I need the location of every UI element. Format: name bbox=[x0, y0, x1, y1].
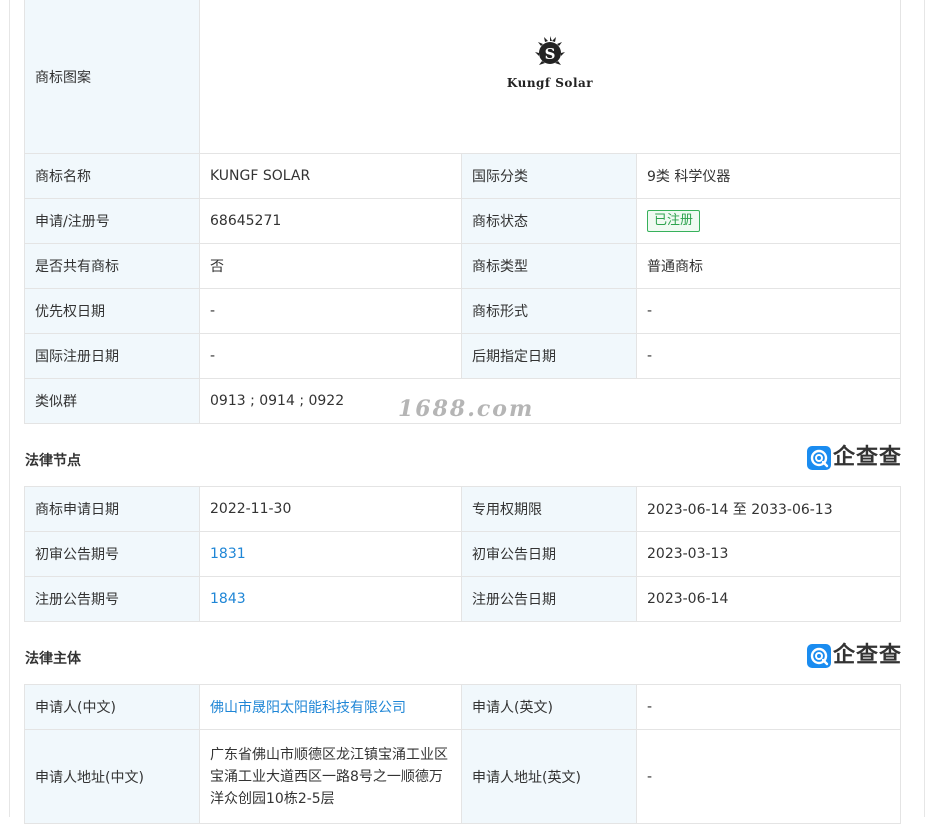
trademark-info-table: 商标图案 S Kungf Solar 商标名称 KUNGF SOLAR 国际分类… bbox=[24, 0, 902, 424]
frame-right-border bbox=[924, 0, 925, 817]
value-applicant-address-en: - bbox=[636, 729, 901, 824]
table-row: 优先权日期 - 商标形式 - bbox=[24, 288, 902, 334]
label-reg-announcement-date: 注册公告日期 bbox=[461, 576, 637, 622]
qichacha-logo-icon bbox=[807, 446, 831, 470]
table-row: 是否共有商标 否 商标类型 普通商标 bbox=[24, 243, 902, 289]
label-exclusive-right-period: 专用权期限 bbox=[461, 486, 637, 532]
value-reg-issue-number-cell: 1843 bbox=[199, 576, 462, 622]
logo-label: 商标图案 bbox=[24, 0, 200, 154]
label-applicant-address-cn: 申请人地址(中文) bbox=[24, 729, 200, 824]
legal-nodes-table: 商标申请日期 2022-11-30 专用权期限 2023-06-14 至 203… bbox=[24, 486, 901, 622]
table-row: 初审公告期号 1831 初审公告日期 2023-03-13 bbox=[24, 531, 901, 577]
reg-issue-number-link[interactable]: 1843 bbox=[210, 591, 246, 607]
value-prelim-announcement-date: 2023-03-13 bbox=[636, 531, 901, 577]
trademark-logo-row: 商标图案 S Kungf Solar bbox=[24, 0, 902, 154]
qichacha-brand-link[interactable]: 企查查 bbox=[807, 643, 902, 669]
value-priority-date: - bbox=[199, 288, 462, 334]
value-applicant-en: - bbox=[636, 684, 901, 730]
status-badge: 已注册 bbox=[647, 210, 701, 232]
value-intl-reg-date: - bbox=[199, 333, 462, 379]
trademark-logo: S Kungf Solar bbox=[210, 35, 890, 90]
table-row: 申请人(中文) 佛山市晟阳太阳能科技有限公司 申请人(英文) - bbox=[24, 684, 901, 730]
value-applicant-cn-cell: 佛山市晟阳太阳能科技有限公司 bbox=[199, 684, 462, 730]
table-row: 注册公告期号 1843 注册公告日期 2023-06-14 bbox=[24, 576, 901, 622]
label-applicant-cn: 申请人(中文) bbox=[24, 684, 200, 730]
label-prelim-issue-number: 初审公告期号 bbox=[24, 531, 200, 577]
label-similar-group: 类似群 bbox=[24, 378, 200, 424]
kungf-solar-logo-icon: S bbox=[535, 35, 565, 65]
frame-left-border bbox=[9, 0, 10, 817]
table-row: 申请/注册号 68645271 商标状态 已注册 bbox=[24, 198, 902, 244]
value-trademark-status-cell: 已注册 bbox=[635, 198, 902, 244]
value-trademark-name: KUNGF SOLAR bbox=[199, 153, 462, 199]
value-prelim-issue-number-cell: 1831 bbox=[199, 531, 462, 577]
label-application-date: 商标申请日期 bbox=[24, 486, 200, 532]
legal-subject-table: 申请人(中文) 佛山市晟阳太阳能科技有限公司 申请人(英文) - 申请人地址(中… bbox=[24, 684, 901, 824]
label-reg-issue-number: 注册公告期号 bbox=[24, 576, 200, 622]
section-title-legal-nodes: 法律节点 bbox=[25, 453, 81, 469]
value-reg-number: 68645271 bbox=[199, 198, 462, 244]
value-trademark-type: 普通商标 bbox=[635, 243, 902, 289]
applicant-company-link[interactable]: 佛山市晟阳太阳能科技有限公司 bbox=[210, 700, 406, 716]
svg-text:S: S bbox=[545, 45, 556, 63]
table-row: 国际注册日期 - 后期指定日期 - bbox=[24, 333, 902, 379]
table-row: 商标申请日期 2022-11-30 专用权期限 2023-06-14 至 203… bbox=[24, 486, 901, 532]
table-row: 申请人地址(中文) 广东省佛山市顺德区龙江镇宝涌工业区宝涌工业大道西区一路8号之… bbox=[24, 729, 901, 824]
value-shared-trademark: 否 bbox=[199, 243, 462, 289]
section-title-legal-subject: 法律主体 bbox=[25, 651, 81, 667]
label-later-designation-date: 后期指定日期 bbox=[461, 333, 637, 379]
qichacha-brand-name: 企查查 bbox=[833, 643, 903, 668]
value-reg-announcement-date: 2023-06-14 bbox=[636, 576, 901, 622]
trademark-logo-text: Kungf Solar bbox=[506, 75, 594, 90]
label-priority-date: 优先权日期 bbox=[24, 288, 200, 334]
label-reg-number: 申请/注册号 bbox=[24, 198, 200, 244]
label-trademark-name: 商标名称 bbox=[24, 153, 200, 199]
qichacha-brand-name: 企查查 bbox=[833, 445, 903, 470]
value-application-date: 2022-11-30 bbox=[199, 486, 462, 532]
value-intl-class: 9类 科学仪器 bbox=[635, 153, 902, 199]
qichacha-brand-link[interactable]: 企查查 bbox=[807, 445, 902, 471]
label-trademark-status: 商标状态 bbox=[461, 198, 637, 244]
value-later-designation-date: - bbox=[635, 333, 902, 379]
label-applicant-en: 申请人(英文) bbox=[461, 684, 637, 730]
value-applicant-address-cn: 广东省佛山市顺德区龙江镇宝涌工业区宝涌工业大道西区一路8号之一顺德万洋众创园10… bbox=[199, 729, 462, 824]
label-trademark-form: 商标形式 bbox=[461, 288, 637, 334]
label-prelim-announcement-date: 初审公告日期 bbox=[461, 531, 637, 577]
value-similar-group: 0913 ; 0914 ; 0922 bbox=[198, 378, 902, 424]
label-shared-trademark: 是否共有商标 bbox=[24, 243, 200, 289]
label-trademark-type: 商标类型 bbox=[461, 243, 637, 289]
trademark-logo-cell: S Kungf Solar bbox=[198, 0, 902, 154]
prelim-issue-number-link[interactable]: 1831 bbox=[210, 546, 246, 562]
label-applicant-address-en: 申请人地址(英文) bbox=[461, 729, 637, 824]
value-trademark-form: - bbox=[635, 288, 902, 334]
value-exclusive-right-period: 2023-06-14 至 2033-06-13 bbox=[636, 486, 901, 532]
label-intl-class: 国际分类 bbox=[461, 153, 637, 199]
table-row: 商标名称 KUNGF SOLAR 国际分类 9类 科学仪器 bbox=[24, 153, 902, 199]
label-intl-reg-date: 国际注册日期 bbox=[24, 333, 200, 379]
qichacha-logo-icon bbox=[807, 644, 831, 668]
watermark-text: 1688.com bbox=[398, 396, 535, 422]
